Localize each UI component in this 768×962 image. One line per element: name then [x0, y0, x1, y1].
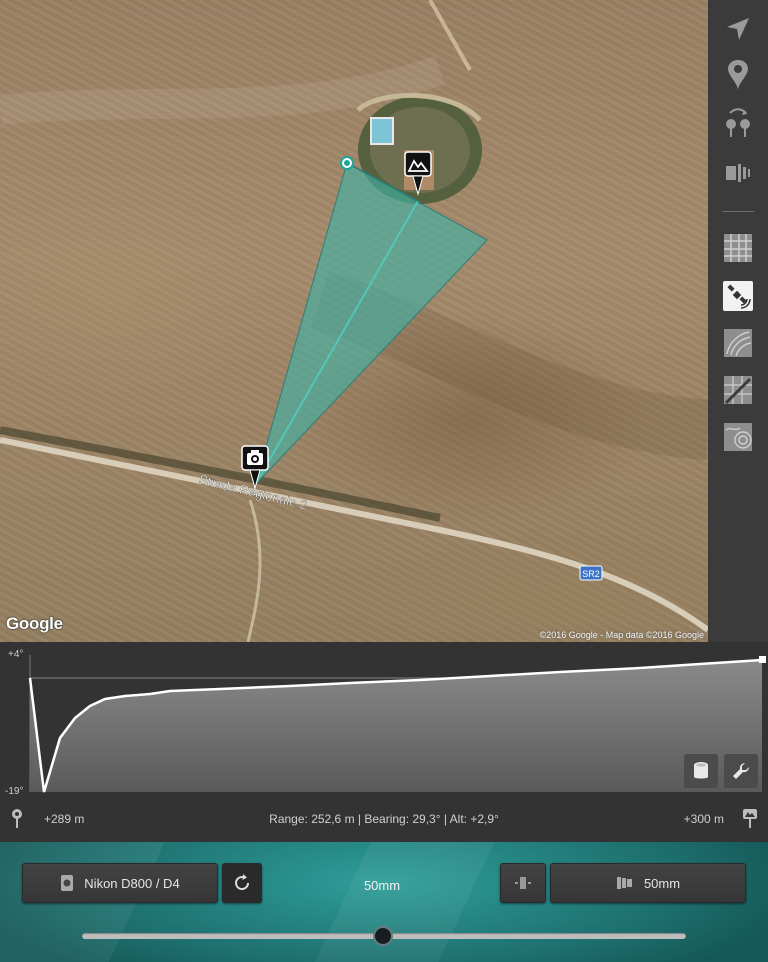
map-view[interactable]: Strada Regionale 2 SR2 Google ©2016 Goog…: [0, 0, 708, 642]
swap-pins-icon: [726, 108, 750, 137]
lens-icon: [616, 877, 632, 889]
map-overlay: Strada Regionale 2 SR2: [0, 0, 708, 642]
right-distance-label: +300 m: [683, 812, 724, 826]
map-type-hybrid-button[interactable]: [723, 375, 753, 405]
wrench-icon: [733, 762, 750, 779]
lens-select-label: 50mm: [643, 875, 681, 891]
elevation-max-label: +4°: [8, 649, 24, 660]
lens-orientation-button[interactable]: [500, 863, 546, 903]
toolbar-divider: [722, 211, 754, 212]
focal-length-readout: 50mm: [363, 878, 401, 893]
camera-select-button[interactable]: Nikon D800 / D4: [22, 863, 218, 903]
camera-lens-controls: Nikon D800 / D4 50mm 50mm: [0, 842, 768, 962]
rotate-icon: [235, 874, 250, 891]
map-toolbar: [708, 0, 768, 642]
elevation-data-button[interactable]: [684, 754, 718, 788]
database-icon: [694, 762, 708, 779]
lens-select-button[interactable]: 50mm: [550, 863, 746, 903]
map-credit: ©2016 Google - Map data ©2016 Google: [539, 630, 704, 640]
rotate-camera-button[interactable]: [222, 863, 262, 903]
camera-sensor-icon: [726, 164, 750, 182]
pin-button[interactable]: [723, 60, 753, 90]
map-type-terrain-button[interactable]: [723, 328, 753, 358]
terrain-icon: [724, 329, 752, 357]
grid-map-icon: [724, 234, 752, 262]
swap-pins-button[interactable]: [723, 108, 753, 138]
locate-button[interactable]: [723, 14, 753, 44]
navigation-arrow-icon: [727, 18, 749, 40]
focal-length-slider-thumb[interactable]: [373, 926, 393, 946]
location-pin-icon: [728, 60, 748, 90]
topo-map-icon: [724, 423, 752, 451]
camera-marker-icon[interactable]: [240, 444, 270, 492]
satellite-icon: [727, 284, 751, 309]
camera-body-icon: [61, 875, 74, 891]
elevation-min-label: -19°: [5, 786, 24, 797]
map-type-topo-button[interactable]: [723, 422, 753, 452]
elevation-settings-button[interactable]: [724, 754, 758, 788]
hybrid-map-icon: [724, 376, 752, 405]
camera-select-label: Nikon D800 / D4: [84, 875, 180, 891]
map-type-satellite-button[interactable]: [723, 281, 753, 311]
map-type-road-button[interactable]: [723, 233, 753, 263]
camera-sensor-button[interactable]: [723, 158, 753, 188]
elevation-profile-panel: +4° -19° +289 m Range: 252,6 m | Bearing…: [0, 642, 768, 842]
range-bearing-info: Range: 252,6 m | Bearing: 29,3° | Alt: +…: [269, 812, 499, 826]
subject-pin-icon: [743, 809, 757, 828]
subject-marker-icon[interactable]: [403, 150, 433, 198]
road-shield: SR2: [582, 569, 600, 579]
lens-side-icon: [515, 877, 531, 889]
google-logo: Google: [6, 614, 63, 633]
